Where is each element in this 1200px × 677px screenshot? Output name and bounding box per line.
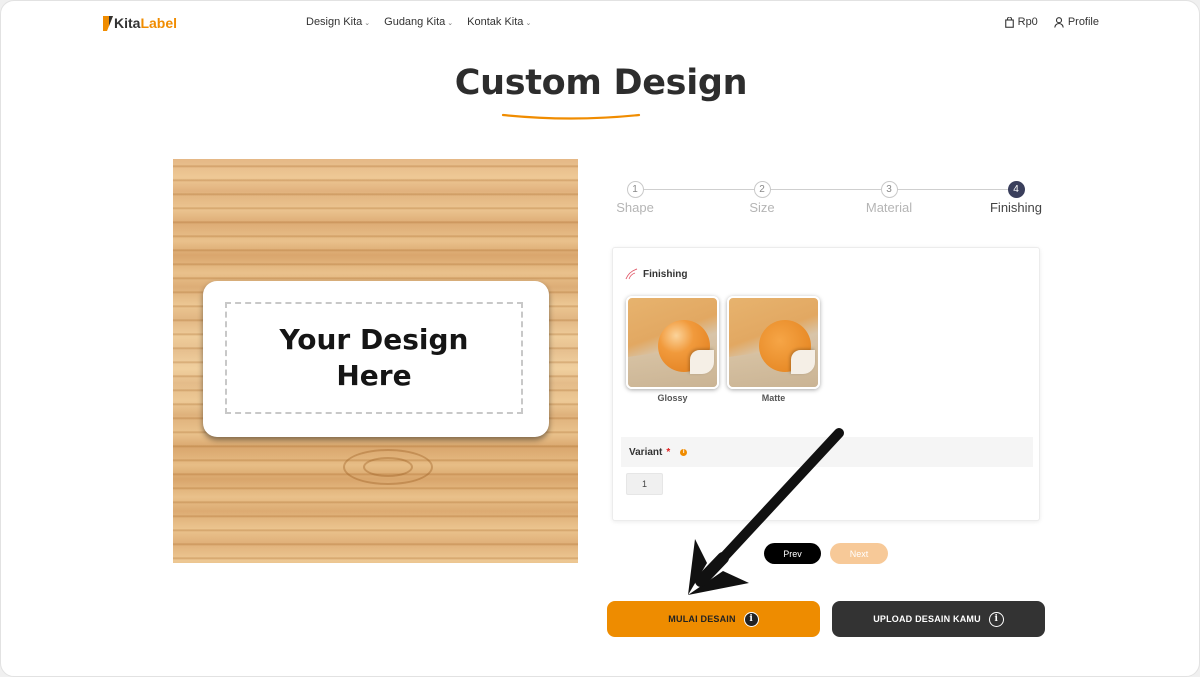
peel-corner (690, 350, 714, 374)
logo-text-label: Label (140, 15, 178, 31)
step-connector (643, 189, 1017, 190)
chevron-down-icon: ⌄ (525, 20, 532, 27)
step-size[interactable]: 2 Size (732, 181, 792, 215)
brush-icon (625, 268, 638, 280)
finishing-option-matte[interactable]: Matte (727, 296, 820, 403)
required-marker: * (666, 446, 671, 458)
option-label: Glossy (657, 393, 688, 403)
design-placeholder-line2: Here (336, 359, 412, 392)
wood-knot (363, 457, 413, 477)
finishing-option-glossy[interactable]: Glossy (626, 296, 719, 403)
finishing-title: Finishing (643, 268, 688, 280)
variant-value[interactable]: 1 (626, 473, 663, 495)
prev-button[interactable]: Prev (764, 543, 821, 564)
info-icon: i (743, 611, 759, 627)
page-title: Custom Design (454, 63, 748, 103)
sticker-shape (658, 320, 714, 374)
page-frame: Kita Label Design Kita ⌄ Gudang Kita ⌄ Ko… (0, 0, 1200, 677)
option-label: Matte (761, 393, 786, 403)
title-underline (501, 113, 641, 120)
label-card: Your Design Here (203, 281, 549, 437)
logo-text-kita: Kita (114, 15, 141, 31)
cart-button[interactable]: Rp0 (1004, 16, 1038, 28)
nav-label: Design Kita (306, 16, 363, 28)
step-label: Finishing (989, 200, 1043, 215)
start-design-label: MULAI DESAIN (668, 614, 736, 624)
start-design-button[interactable]: MULAI DESAIN i (607, 601, 820, 637)
nav-kontak-kita[interactable]: Kontak Kita ⌄ (467, 16, 531, 28)
step-shape[interactable]: 1 Shape (605, 181, 665, 215)
info-icon[interactable]: i (680, 448, 688, 456)
header-actions: Rp0 Profile (1004, 16, 1099, 28)
design-preview: Your Design Here (173, 159, 578, 563)
step-progress: 1 Shape 2 Size 3 Material 4 Finishing (613, 181, 1053, 221)
finishing-card: Finishing Glossy Matte Variant * i 1 (612, 247, 1040, 521)
step-number: 2 (753, 181, 771, 198)
profile-label: Profile (1067, 16, 1099, 28)
step-number: 4 (1007, 181, 1025, 198)
matte-preview-image (727, 296, 820, 389)
main-nav: Design Kita ⌄ Gudang Kita ⌄ Kontak Kita … (306, 16, 531, 28)
variant-label: Variant (629, 446, 663, 458)
kitalabel-logo[interactable]: Kita Label (103, 15, 177, 31)
nav-design-kita[interactable]: Design Kita ⌄ (306, 16, 370, 28)
shopping-bag-icon (1004, 16, 1014, 28)
chevron-down-icon: ⌄ (364, 20, 371, 27)
step-material[interactable]: 3 Material (859, 181, 919, 215)
step-number: 3 (880, 181, 898, 198)
step-finishing[interactable]: 4 Finishing (986, 181, 1046, 215)
finishing-heading: Finishing (625, 268, 687, 280)
peel-corner (791, 350, 815, 374)
cart-amount: Rp0 (1017, 16, 1038, 28)
next-button[interactable]: Next (830, 543, 888, 564)
step-label: Material (865, 200, 913, 215)
info-icon: i (988, 611, 1004, 627)
nav-gudang-kita[interactable]: Gudang Kita ⌄ (384, 16, 453, 28)
upload-design-label: UPLOAD DESAIN KAMU (873, 614, 981, 624)
variant-row: Variant * i (621, 437, 1033, 467)
glossy-preview-image (626, 296, 719, 389)
logo-icon (103, 15, 113, 31)
upload-design-button[interactable]: UPLOAD DESAIN KAMU i (832, 601, 1045, 637)
chevron-down-icon: ⌄ (447, 20, 454, 27)
step-number: 1 (626, 181, 644, 198)
nav-label: Gudang Kita (384, 16, 446, 28)
sticker-shape (759, 320, 815, 374)
profile-button[interactable]: Profile (1054, 16, 1099, 28)
nav-label: Kontak Kita (467, 16, 524, 28)
design-placeholder: Your Design Here (280, 322, 469, 394)
design-area: Your Design Here (225, 302, 523, 414)
design-placeholder-line1: Your Design (279, 323, 469, 356)
step-label: Size (749, 200, 775, 215)
user-icon (1054, 16, 1064, 28)
step-label: Shape (616, 200, 654, 215)
